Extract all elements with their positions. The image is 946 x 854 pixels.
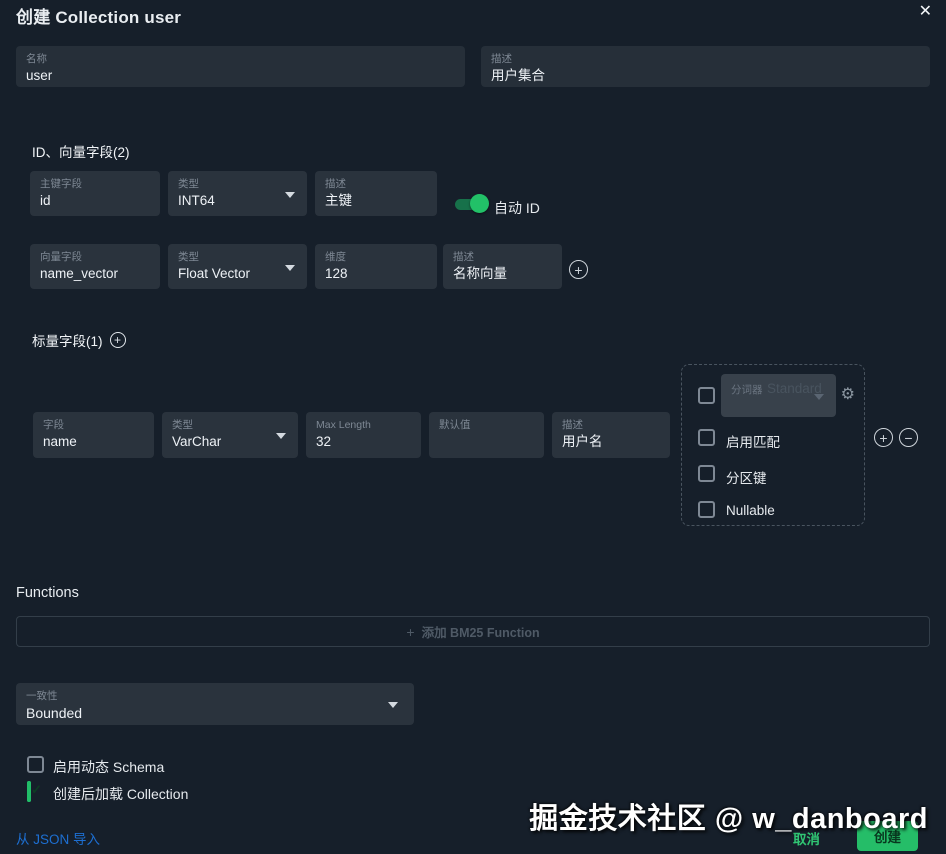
chevron-down-icon [285,264,295,271]
scalar-description-label: 描述 [562,419,583,431]
nullable-label: Nullable [726,503,775,518]
scalar-section-header: 标量字段(1) + [32,330,126,350]
add-bm25-function-label: 添加 BM25 Function [421,626,540,640]
import-from-json-link[interactable]: 从 JSON 导入 [16,828,100,848]
chevron-down-icon [388,702,398,708]
create-button[interactable]: 创建 [857,821,918,851]
partition-key-label: 分区键 [726,471,767,486]
functions-section-title: Functions [16,585,79,601]
scalar-description-value: 用户名 [562,434,603,450]
primary-key-name-input[interactable]: 主键字段 id [30,171,160,216]
vector-field-name-value: name_vector [40,266,119,282]
create-collection-dialog: { "header": { "title": "创建 Collection us… [0,0,946,854]
remove-row-icon[interactable]: − [899,428,918,447]
enable-match-label: 启用匹配 [726,435,780,450]
scalar-name-input[interactable]: 字段 name [33,412,154,458]
vector-dimension-input[interactable]: 维度 128 [315,244,437,289]
auto-id-label: 自动 ID [494,200,540,216]
gear-icon[interactable]: ⚙ [841,387,855,403]
analyzer-label: 分词器 [731,384,763,396]
chevron-down-icon [285,191,295,198]
primary-key-type-label: 类型 [178,178,199,190]
vector-type-value: Float Vector [178,266,251,282]
scalar-max-length-input[interactable]: Max Length 32 [306,412,421,458]
add-bm25-function-button[interactable]: + 添加 BM25 Function [16,616,930,647]
vector-type-label: 类型 [178,251,199,263]
vector-description-value: 名称向量 [453,266,507,282]
scalar-description-input[interactable]: 描述 用户名 [552,412,670,458]
enable-match-checkbox[interactable] [698,429,715,446]
primary-key-description-value: 主键 [325,193,352,209]
load-after-create-checkbox[interactable] [27,781,31,802]
nullable-checkbox[interactable] [698,501,715,518]
vector-field-name-input[interactable]: 向量字段 name_vector [30,244,160,289]
primary-key-description-input[interactable]: 描述 主键 [315,171,437,216]
primary-key-name-value: id [40,193,51,209]
consistency-value: Bounded [26,705,83,722]
chevron-down-icon [814,393,824,400]
scalar-max-length-value: 32 [316,434,332,450]
collection-description-label: 描述 [491,53,512,65]
scalar-default-value-input[interactable]: 默认值 [429,412,544,458]
auto-id-toggle[interactable] [455,194,489,213]
cancel-button[interactable]: 取消 [793,828,820,848]
plus-icon: + [406,623,415,640]
id-vector-section-title: ID、向量字段(2) [32,145,130,160]
load-after-create-label: 创建后加载 Collection [53,786,189,802]
vector-description-input[interactable]: 描述 名称向量 [443,244,562,289]
primary-key-name-label: 主键字段 [40,178,82,190]
vector-description-label: 描述 [453,251,474,263]
dynamic-schema-label: 启用动态 Schema [53,759,165,775]
scalar-name-value: name [43,434,77,450]
vector-dimension-label: 维度 [325,251,346,263]
primary-key-type-value: INT64 [178,193,215,209]
scalar-type-value: VarChar [172,434,222,450]
vector-field-name-label: 向量字段 [40,251,82,263]
consistency-select[interactable]: 一致性 Bounded [16,683,414,725]
add-row-icon[interactable]: + [874,428,893,447]
collection-name-input[interactable]: 名称 user [16,46,465,87]
dynamic-schema-checkbox[interactable] [27,756,44,773]
chevron-down-icon [276,433,286,439]
primary-key-type-select[interactable]: 类型 INT64 [168,171,307,216]
collection-name-value: user [26,68,53,84]
scalar-max-length-label: Max Length [316,419,371,431]
vector-type-select[interactable]: 类型 Float Vector [168,244,307,289]
primary-key-description-label: 描述 [325,178,346,190]
partition-key-checkbox[interactable] [698,465,715,482]
collection-description-input[interactable]: 描述 用户集合 [481,46,930,87]
scalar-default-value-label: 默认值 [439,419,471,431]
collection-description-value: 用户集合 [491,68,545,84]
scalar-type-select[interactable]: 类型 VarChar [162,412,298,458]
analyzer-checkbox[interactable] [698,387,715,404]
add-scalar-field-icon[interactable]: + [109,332,126,348]
toggle-knob [470,194,489,213]
scalar-section-title: 标量字段(1) [32,334,103,349]
scalar-type-label: 类型 [172,419,193,431]
analyzer-select[interactable]: 分词器 Standard [721,374,836,417]
collection-name-label: 名称 [26,53,47,65]
scalar-options-panel: 分词器 Standard ⚙ 启用匹配 分区键 Nullable [681,364,865,526]
close-icon[interactable]: ✕ [919,4,932,20]
page-title: 创建 Collection user [16,8,182,27]
vector-dimension-value: 128 [325,266,348,282]
scalar-name-label: 字段 [43,419,64,431]
consistency-label: 一致性 [26,690,58,702]
add-vector-field-icon[interactable]: + [569,260,588,279]
